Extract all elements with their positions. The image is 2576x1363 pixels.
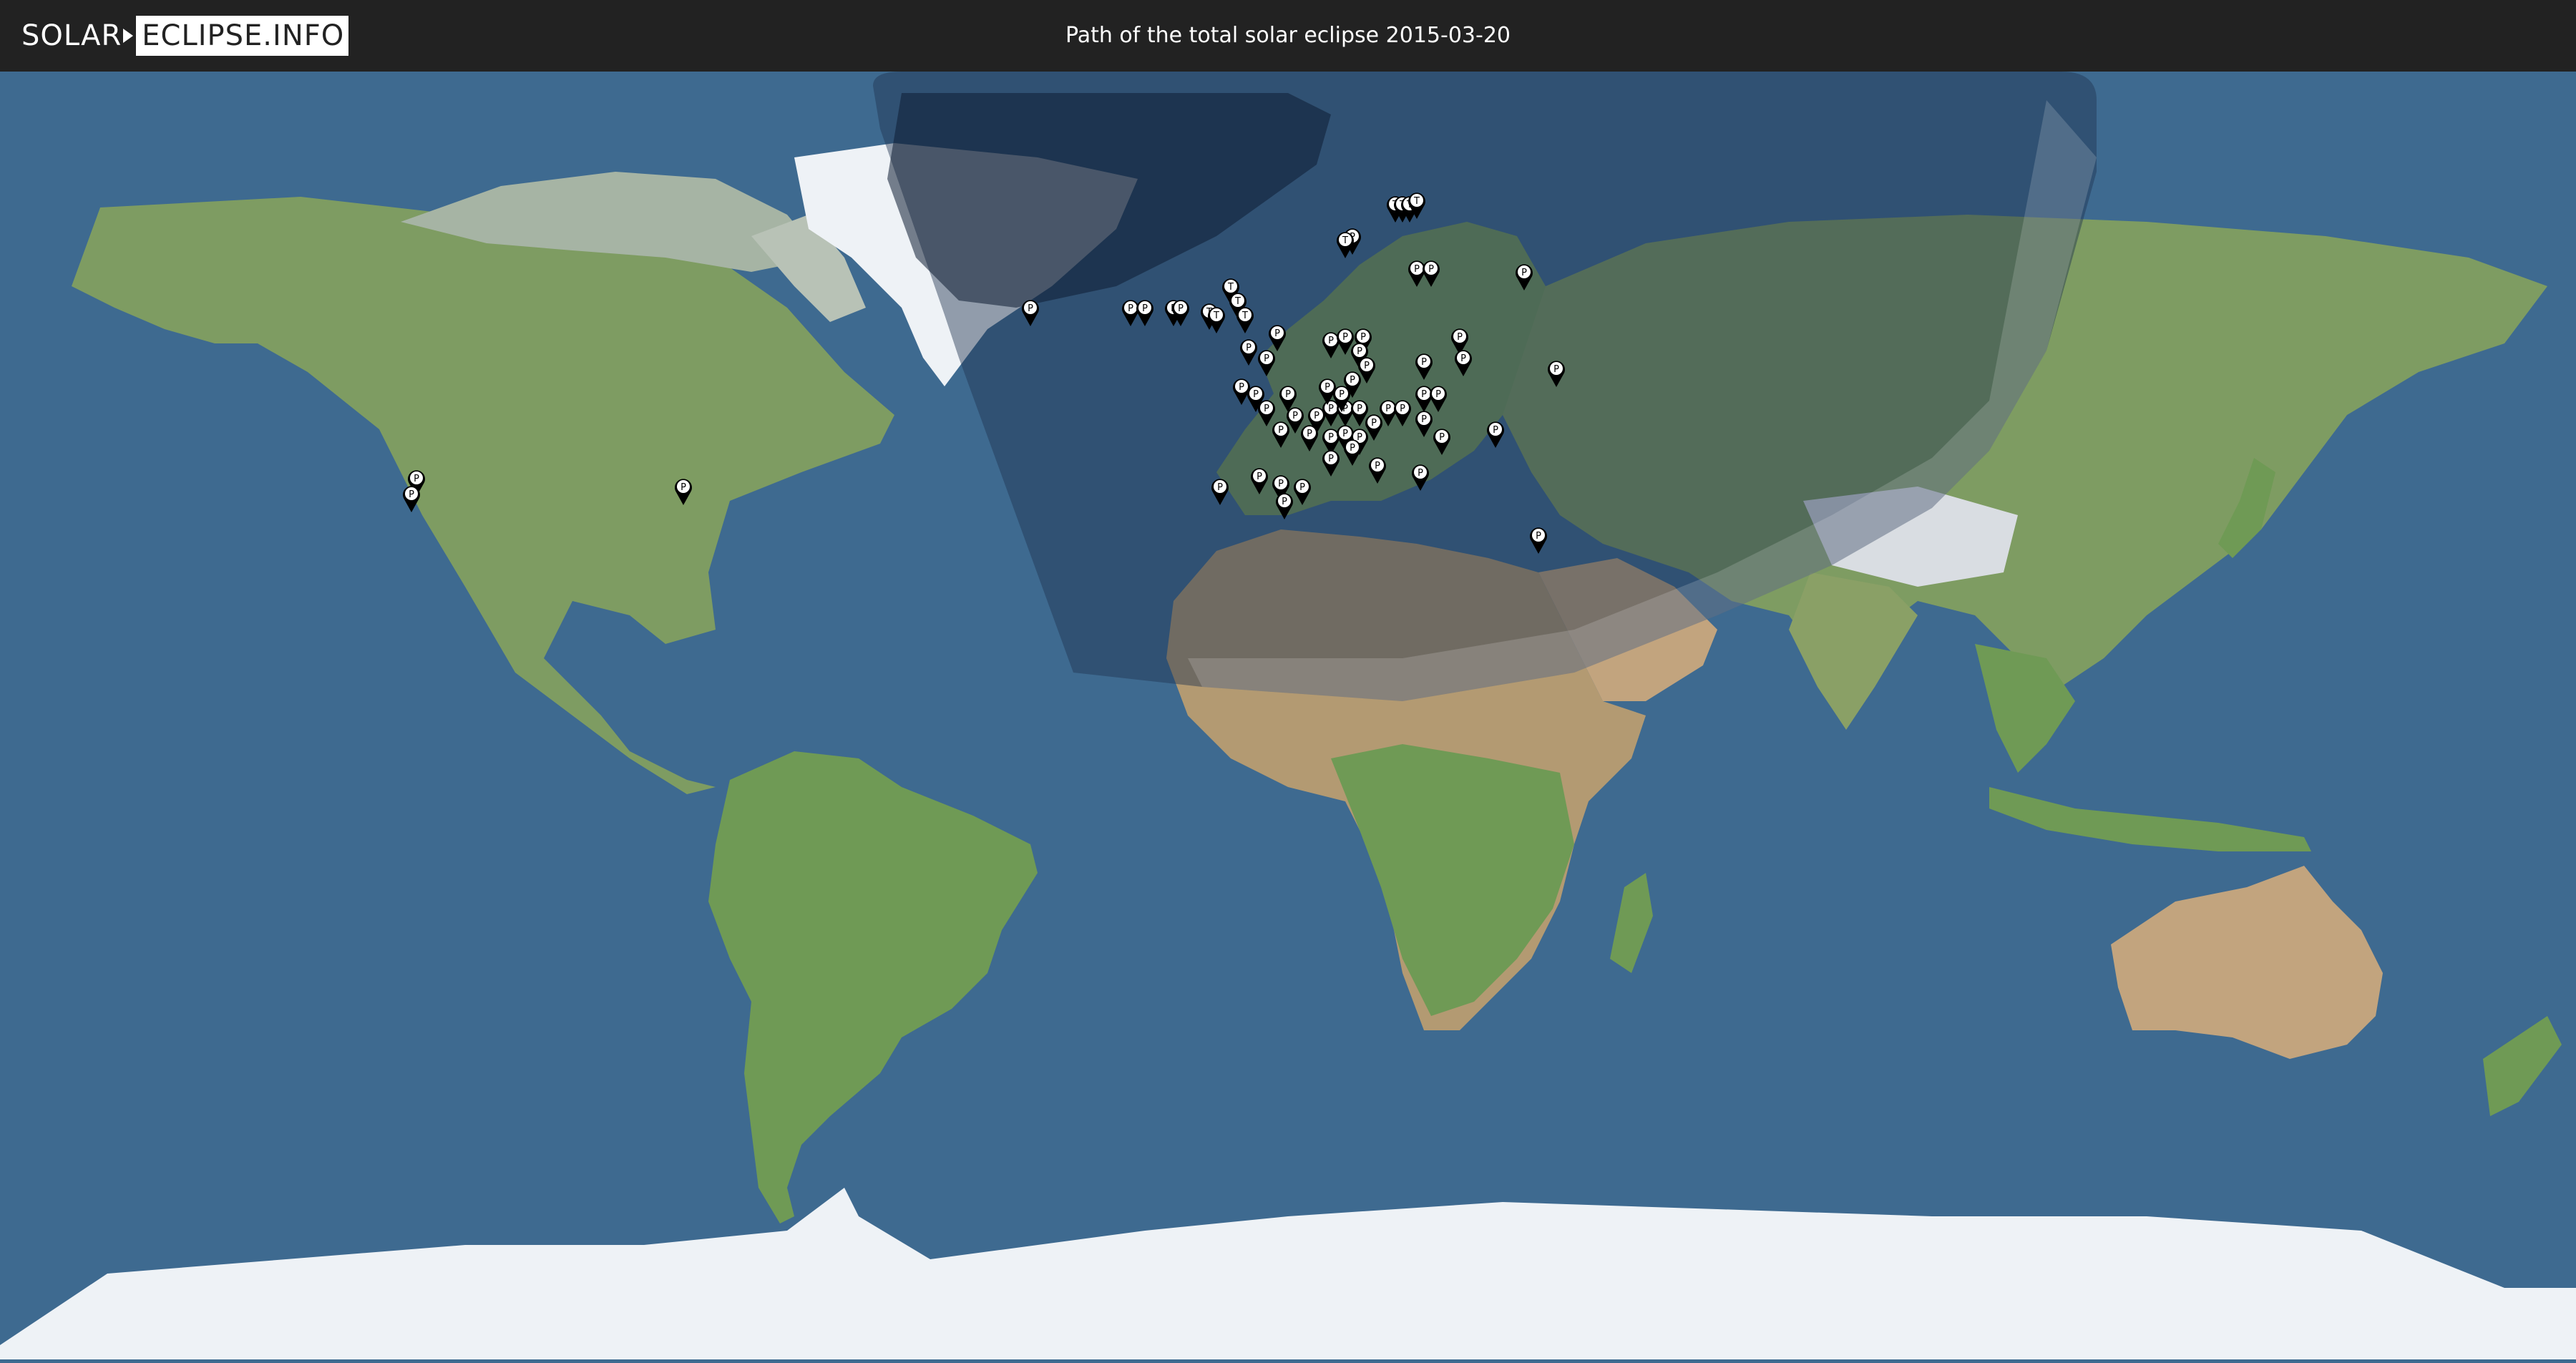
marker-label: P [409, 489, 414, 500]
marker-label: P [1128, 303, 1133, 314]
marker-label: P [1357, 346, 1362, 357]
marker-label: T [1413, 196, 1420, 207]
marker-label: P [1324, 382, 1330, 393]
marker-label: P [1350, 375, 1355, 386]
marker-label: P [1457, 332, 1463, 343]
marker-label: P [1364, 361, 1370, 371]
marker-label: P [1553, 364, 1559, 375]
marker-label: T [1213, 311, 1219, 321]
header-bar: SOLAR ECLIPSE.INFO Path of the total sol… [0, 0, 2576, 72]
marker-label: P [1299, 482, 1305, 493]
marker-label: P [1178, 303, 1184, 314]
marker-label: P [1428, 264, 1434, 275]
marker-label: P [1350, 443, 1355, 454]
marker-label: P [1285, 389, 1291, 400]
marker-label: P [1493, 425, 1498, 436]
marker-label: P [1342, 332, 1348, 343]
marker-label: P [1278, 425, 1284, 436]
marker-label: P [1435, 389, 1441, 400]
marker-label: P [1246, 343, 1252, 353]
marker-label: T [1227, 282, 1234, 293]
marker-label: P [1400, 404, 1405, 414]
marker-label: P [1536, 531, 1541, 542]
marker-label: P [680, 482, 686, 493]
marker-label: P [1217, 482, 1223, 493]
marker-label: P [1328, 454, 1334, 464]
marker-label: P [1360, 332, 1366, 343]
marker-label: P [414, 474, 419, 484]
marker-label: P [1421, 357, 1427, 368]
marker-label: P [1282, 497, 1287, 507]
marker-label: P [1521, 268, 1527, 278]
marker-label: P [1328, 432, 1334, 443]
marker-label: P [1239, 382, 1244, 393]
marker-label: P [1142, 303, 1148, 314]
marker-label: P [1314, 411, 1319, 421]
marker-label: T [1241, 311, 1248, 321]
marker-label: P [1257, 472, 1262, 482]
marker-label: P [1278, 479, 1284, 489]
marker-label: P [1460, 353, 1466, 364]
marker-label: T [1342, 235, 1348, 246]
marker-label: P [1264, 353, 1269, 364]
marker-label: P [1418, 468, 1423, 479]
marker-label: P [1292, 411, 1298, 421]
marker-label: P [1375, 461, 1380, 472]
marker-label: P [1421, 414, 1427, 425]
marker-label: P [1421, 389, 1427, 400]
marker-label: P [1439, 432, 1445, 443]
marker-label: P [1385, 404, 1391, 414]
marker-label: P [1357, 432, 1362, 443]
marker-label: P [1307, 429, 1312, 439]
marker-label: P [1028, 303, 1033, 314]
marker-label: P [1339, 389, 1345, 400]
marker-label: P [1414, 264, 1420, 275]
marker-label: P [1328, 336, 1334, 346]
marker-label: P [1264, 404, 1269, 414]
marker-label: P [1357, 404, 1362, 414]
marker-label: T [1234, 296, 1241, 307]
marker-label: P [1253, 389, 1259, 400]
marker-label: P [1274, 328, 1280, 339]
world-map[interactable]: PPPPPPPPPPPPTTTTTTTTTTPPPPPPPPPPPPPPPPPP… [0, 72, 2576, 1359]
marker-label: P [1371, 418, 1377, 429]
marker-label: P [1342, 429, 1348, 439]
marker-label: P [1328, 404, 1334, 414]
page-title: Path of the total solar eclipse 2015-03-… [1065, 23, 1511, 48]
